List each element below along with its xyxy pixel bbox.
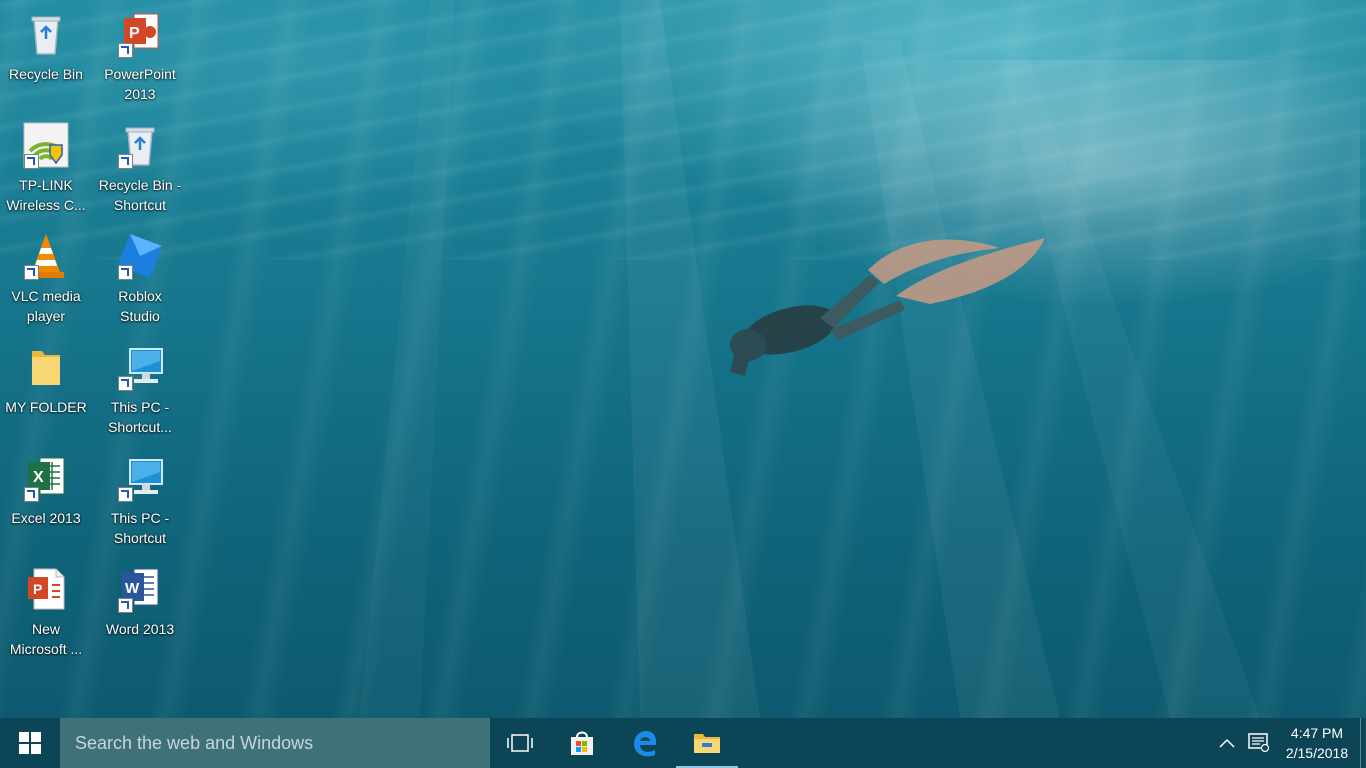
taskbar: 4:47 PM 2/15/2018	[0, 718, 1366, 768]
folder-icon	[694, 734, 720, 753]
desktop-icon-label: New Microsoft ...	[9, 621, 83, 657]
action-center-button[interactable]	[1244, 718, 1274, 768]
show-hidden-icons-button[interactable]	[1212, 718, 1242, 768]
shortcut-arrow-icon	[118, 487, 133, 502]
desktop-icon-word[interactable]: W Word 2013	[95, 559, 185, 659]
shortcut-arrow-icon	[24, 265, 39, 280]
excel-icon: X	[22, 454, 70, 502]
desktop-icon-recycle-bin[interactable]: Recycle Bin	[1, 4, 91, 104]
desktop-icon-label: PowerPoint 2013	[104, 66, 176, 102]
desktop-icon-label: Recycle Bin - Shortcut	[98, 177, 182, 213]
svg-text:P: P	[33, 581, 42, 597]
recycle-bin-icon	[22, 10, 70, 58]
desktop-icon-label: Excel 2013	[11, 510, 81, 526]
start-button[interactable]	[0, 718, 60, 768]
desktop-icon-label: MY FOLDER	[5, 399, 87, 415]
svg-text:P: P	[129, 25, 140, 42]
desktop-icon-label: VLC media player	[11, 288, 81, 324]
word-icon: W	[116, 565, 164, 613]
powerpoint-document-icon: P	[22, 565, 70, 613]
clock-date: 2/15/2018	[1285, 745, 1349, 761]
task-view-button[interactable]	[490, 718, 550, 768]
desktop-icon-my-folder[interactable]: MY FOLDER	[1, 337, 91, 437]
diver-figure	[730, 238, 1045, 376]
desktop-icon-label: This PC - Shortcut	[110, 510, 170, 546]
shortcut-arrow-icon	[118, 43, 133, 58]
shortcut-arrow-icon	[24, 487, 39, 502]
desktop-icon-label: Recycle Bin	[9, 66, 83, 82]
desktop-icon-vlc[interactable]: VLC media player	[1, 226, 91, 326]
edge-browser-button[interactable]	[614, 718, 676, 768]
desktop-icon-new-presentation[interactable]: P New Microsoft ...	[1, 559, 91, 659]
windows-logo-icon	[19, 732, 41, 754]
store-button[interactable]	[552, 718, 612, 768]
desktop-icon-label: TP-LINK Wireless C...	[6, 177, 86, 213]
notification-icon	[1248, 733, 1270, 753]
desktop-icon-label: This PC - Shortcut...	[108, 399, 172, 435]
desktop[interactable]: Recycle Bin P PowerPoint 2013 TP-LINK Wi…	[0, 0, 1366, 718]
vlc-cone-icon	[22, 232, 70, 280]
desktop-icon-this-pc-shortcut-1[interactable]: This PC - Shortcut...	[95, 337, 185, 437]
file-explorer-button[interactable]	[676, 718, 738, 768]
desktop-icon-excel[interactable]: X Excel 2013	[1, 448, 91, 548]
desktop-icon-this-pc-shortcut-2[interactable]: This PC - Shortcut	[95, 448, 185, 548]
computer-icon	[116, 343, 164, 391]
folder-icon	[22, 343, 70, 391]
clock[interactable]: 4:47 PM 2/15/2018	[1276, 718, 1358, 768]
desktop-icon-powerpoint[interactable]: P PowerPoint 2013	[95, 4, 185, 104]
shortcut-arrow-icon	[118, 598, 133, 613]
wifi-utility-icon	[22, 121, 70, 169]
desktop-icon-tp-link[interactable]: TP-LINK Wireless C...	[1, 115, 91, 215]
desktop-icon-label: Roblox Studio	[118, 288, 162, 324]
recycle-bin-icon	[116, 121, 164, 169]
wallpaper-diver	[620, 0, 1260, 718]
store-bag-icon	[571, 731, 593, 755]
task-view-icon	[507, 734, 533, 752]
shortcut-arrow-icon	[118, 154, 133, 169]
edge-browser-icon	[634, 731, 657, 757]
show-desktop-button[interactable]	[1360, 718, 1366, 768]
shortcut-arrow-icon	[118, 265, 133, 280]
desktop-icon-label: Word 2013	[105, 621, 175, 637]
chevron-up-icon	[1219, 738, 1235, 748]
roblox-studio-icon	[116, 232, 164, 280]
svg-text:W: W	[125, 580, 140, 597]
search-input[interactable]	[60, 718, 490, 768]
clock-time: 4:47 PM	[1290, 725, 1344, 741]
shortcut-arrow-icon	[118, 376, 133, 391]
desktop-icon-roblox-studio[interactable]: Roblox Studio	[95, 226, 185, 326]
powerpoint-icon: P	[116, 10, 164, 58]
computer-icon	[116, 454, 164, 502]
desktop-icon-recycle-bin-shortcut[interactable]: Recycle Bin - Shortcut	[95, 115, 185, 215]
svg-text:X: X	[33, 469, 44, 486]
shortcut-arrow-icon	[24, 154, 39, 169]
